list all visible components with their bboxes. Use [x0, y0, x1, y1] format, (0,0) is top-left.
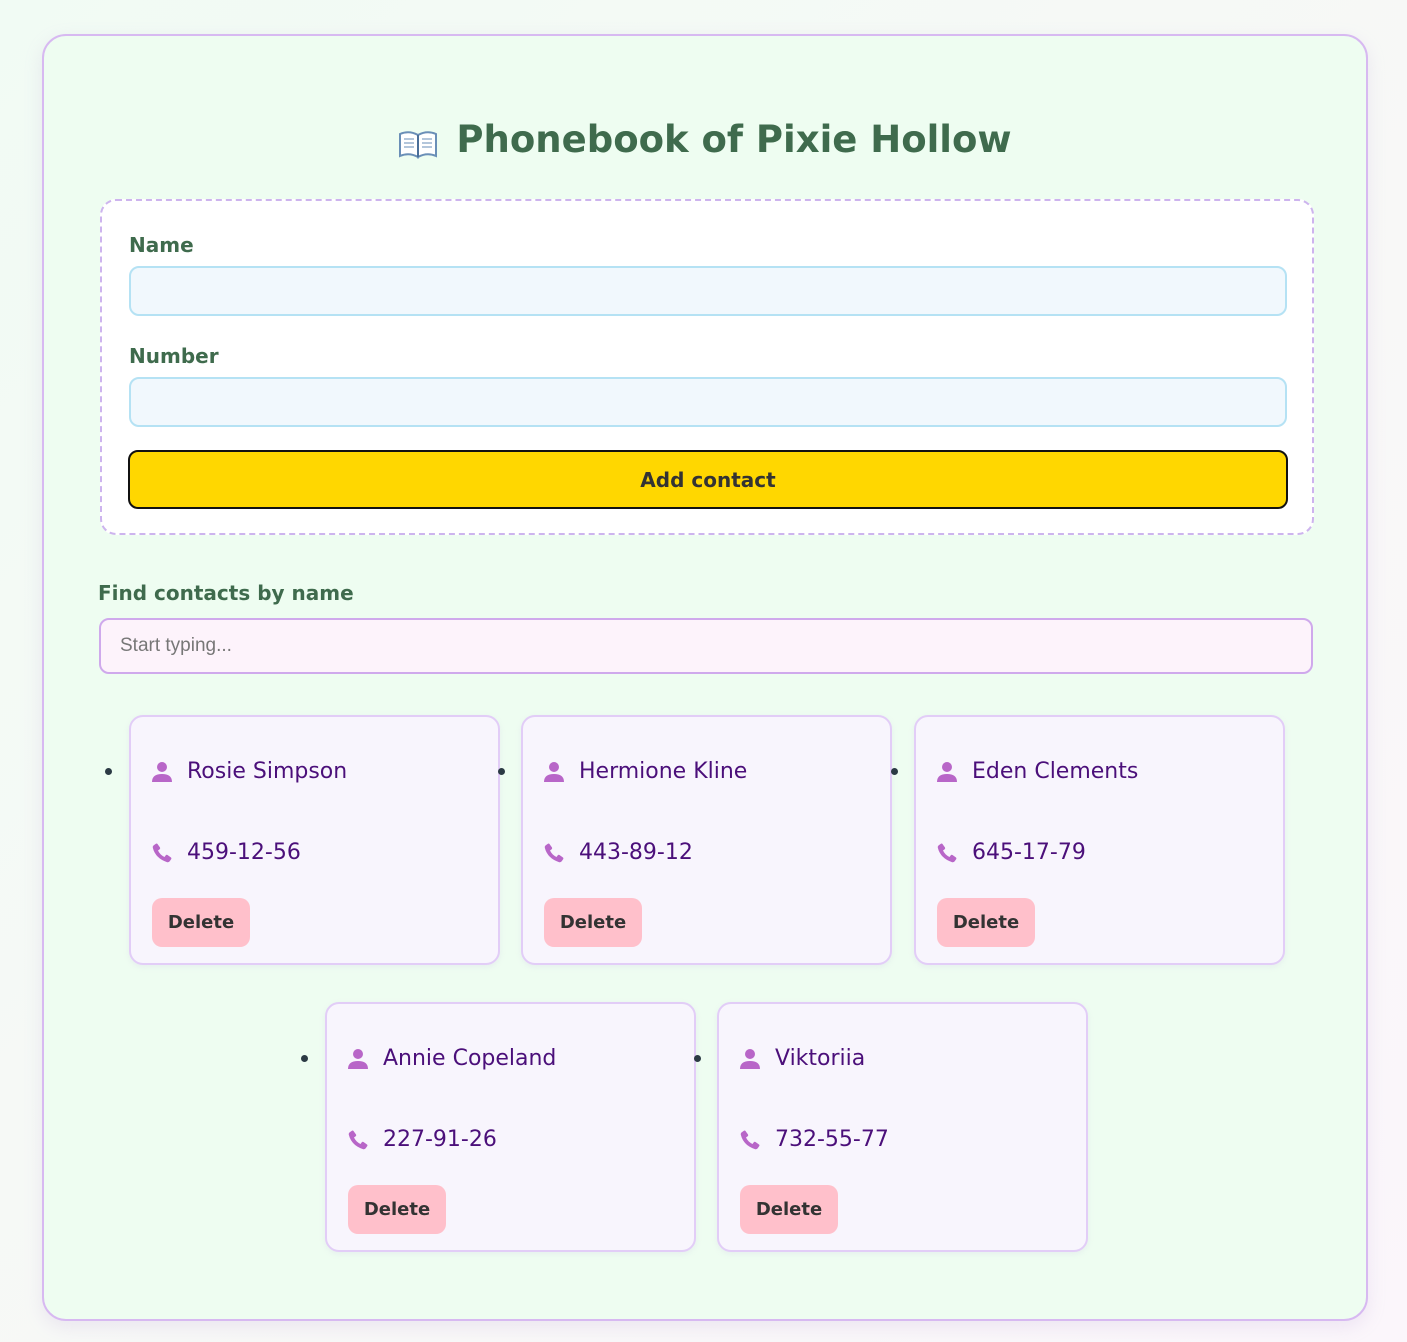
delete-button[interactable]: Delete: [544, 898, 642, 947]
contact-card: Annie Copeland 227-91-26 Delete: [325, 1002, 696, 1252]
open-book-icon: [398, 125, 438, 159]
add-contact-button[interactable]: Add contact: [128, 450, 1288, 509]
contact-name-row: Rosie Simpson: [151, 759, 347, 784]
contact-number: 645-17-79: [972, 840, 1086, 865]
contact-name-row: Annie Copeland: [347, 1046, 556, 1071]
contact-name: Annie Copeland: [383, 1046, 557, 1071]
filter-input[interactable]: [99, 618, 1313, 674]
user-icon: [739, 1048, 761, 1070]
name-input[interactable]: [129, 266, 1287, 316]
contact-name: Viktoriia: [775, 1046, 866, 1071]
list-bullet: [891, 768, 898, 775]
list-bullet: [694, 1055, 701, 1062]
phonebook-card: Phonebook of Pixie Hollow Name Number Ad…: [42, 34, 1368, 1321]
user-icon: [543, 761, 565, 783]
number-label: Number: [129, 344, 219, 368]
contact-number: 732-55-77: [775, 1127, 889, 1152]
delete-button[interactable]: Delete: [937, 898, 1035, 947]
list-bullet: [105, 768, 112, 775]
user-icon: [347, 1048, 369, 1070]
number-input[interactable]: [129, 377, 1287, 427]
contact-name-row: Eden Clements: [936, 759, 1138, 784]
contact-name: Rosie Simpson: [187, 759, 348, 784]
delete-button[interactable]: Delete: [740, 1185, 838, 1234]
contact-number: 443-89-12: [579, 840, 693, 865]
contact-name-row: Viktoriia: [739, 1046, 865, 1071]
phone-icon: [151, 842, 173, 864]
delete-button[interactable]: Delete: [152, 898, 250, 947]
contact-name: Hermione Kline: [579, 759, 748, 784]
list-bullet: [301, 1055, 308, 1062]
delete-button[interactable]: Delete: [348, 1185, 446, 1234]
phone-icon: [347, 1129, 369, 1151]
contact-card: Rosie Simpson 459-12-56 Delete: [129, 715, 500, 965]
name-label: Name: [129, 233, 194, 257]
page-title: Phonebook of Pixie Hollow: [44, 118, 1366, 161]
contact-number-row: 732-55-77: [739, 1127, 889, 1152]
contact-name-row: Hermione Kline: [543, 759, 747, 784]
page-title-text: Phonebook of Pixie Hollow: [456, 118, 1012, 161]
contact-number-row: 645-17-79: [936, 840, 1086, 865]
user-icon: [151, 761, 173, 783]
contact-number-row: 459-12-56: [151, 840, 301, 865]
contact-number-row: 443-89-12: [543, 840, 693, 865]
contact-card: Eden Clements 645-17-79 Delete: [914, 715, 1285, 965]
add-contact-form: Name Number Add contact: [100, 199, 1314, 535]
contact-name: Eden Clements: [972, 759, 1139, 784]
phone-icon: [936, 842, 958, 864]
phone-icon: [739, 1129, 761, 1151]
list-bullet: [498, 768, 505, 775]
contact-number: 227-91-26: [383, 1127, 497, 1152]
contact-number-row: 227-91-26: [347, 1127, 497, 1152]
phone-icon: [543, 842, 565, 864]
filter-label: Find contacts by name: [98, 581, 354, 605]
user-icon: [936, 761, 958, 783]
contact-number: 459-12-56: [187, 840, 301, 865]
contact-card: Hermione Kline 443-89-12 Delete: [521, 715, 892, 965]
contact-card: Viktoriia 732-55-77 Delete: [717, 1002, 1088, 1252]
